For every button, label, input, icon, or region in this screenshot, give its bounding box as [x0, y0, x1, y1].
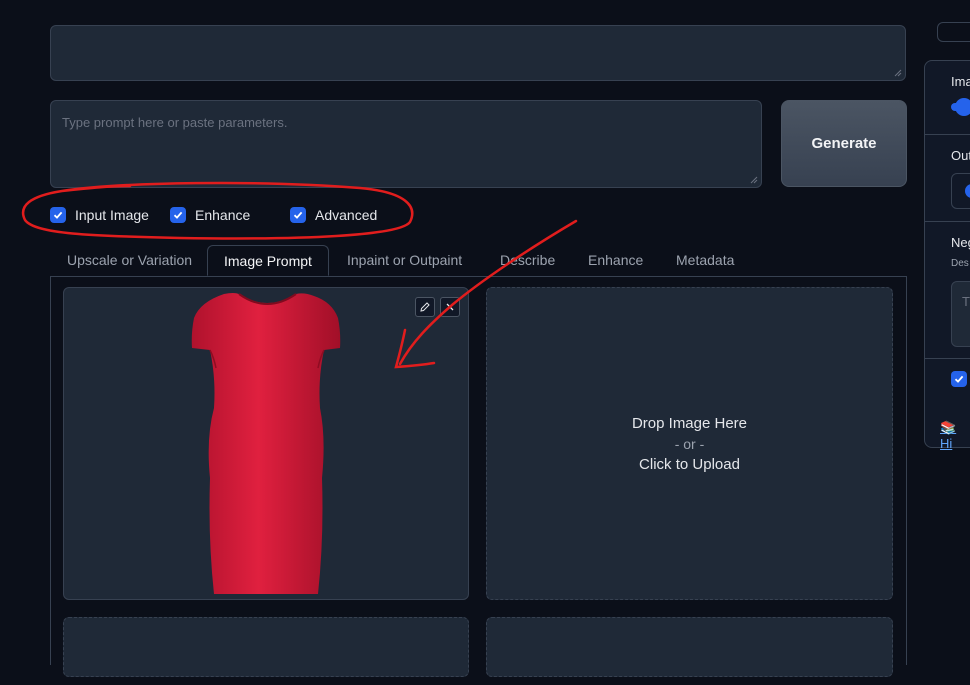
checkmark-icon	[290, 207, 306, 223]
image-label: Ima	[951, 74, 970, 89]
radio-icon	[965, 184, 970, 198]
prompt-placeholder: Type prompt here or paste parameters.	[62, 115, 288, 130]
red-dress-image	[191, 293, 341, 594]
divider	[925, 134, 970, 135]
tab-image-prompt[interactable]: Image Prompt	[207, 245, 329, 276]
divider	[925, 221, 970, 222]
tab-describe[interactable]: Describe	[500, 245, 555, 276]
slider-thumb[interactable]	[955, 98, 970, 116]
input-image-label: Input Image	[75, 207, 149, 223]
negative-prompt-input[interactable]: T	[951, 281, 970, 347]
tab-enhance[interactable]: Enhance	[588, 245, 643, 276]
enhance-label: Enhance	[195, 207, 251, 223]
output-textarea[interactable]	[50, 25, 906, 81]
pencil-icon	[420, 302, 430, 312]
close-icon	[446, 303, 454, 311]
resize-handle-icon[interactable]	[750, 176, 758, 184]
advanced-label: Advanced	[315, 207, 378, 223]
help-link[interactable]: 📚 Hi	[940, 420, 970, 451]
right-panel-top-element	[937, 22, 970, 42]
image-prompt-slot-4[interactable]	[486, 617, 893, 677]
image-upload-dropzone[interactable]: Drop Image Here - or - Click to Upload	[486, 287, 893, 600]
drop-image-text: Drop Image Here	[631, 414, 748, 432]
negative-prompt-description: Des	[951, 258, 969, 269]
checkmark-icon	[50, 207, 66, 223]
prompt-input[interactable]: Type prompt here or paste parameters.	[50, 100, 762, 188]
settings-panel: Ima Out Neg Des T	[924, 60, 970, 448]
tab-metadata[interactable]: Metadata	[676, 245, 734, 276]
generate-label: Generate	[811, 135, 877, 152]
enhance-checkbox[interactable]: Enhance	[170, 207, 250, 223]
image-prompt-slot-3[interactable]	[63, 617, 469, 677]
edit-image-button[interactable]	[415, 297, 435, 317]
tab-inpaint-or-outpaint[interactable]: Inpaint or Outpaint	[347, 245, 462, 276]
click-to-upload-text: Click to Upload	[639, 455, 740, 473]
input-image-checkbox[interactable]: Input Image	[50, 207, 149, 223]
generate-button[interactable]: Generate	[781, 100, 907, 187]
settings-checkbox[interactable]	[951, 371, 967, 387]
tab-bar: Upscale or Variation Image Prompt Inpain…	[50, 245, 907, 277]
or-text: - or -	[674, 435, 705, 452]
advanced-checkbox[interactable]: Advanced	[290, 207, 377, 223]
divider	[925, 358, 970, 359]
book-icon: 📚	[940, 420, 957, 435]
tab-upscale-or-variation[interactable]: Upscale or Variation	[67, 245, 192, 276]
negative-prompt-label: Neg	[951, 235, 970, 250]
checkmark-icon	[170, 207, 186, 223]
remove-image-button[interactable]	[440, 297, 460, 317]
output-option[interactable]	[951, 173, 970, 209]
help-link-text: Hi	[940, 436, 953, 451]
negative-prompt-placeholder: T	[962, 294, 970, 309]
image-prompt-slot-1[interactable]	[63, 287, 469, 600]
checkmark-icon	[954, 375, 964, 383]
resize-handle-icon[interactable]	[894, 69, 902, 77]
output-label: Out	[951, 148, 970, 163]
